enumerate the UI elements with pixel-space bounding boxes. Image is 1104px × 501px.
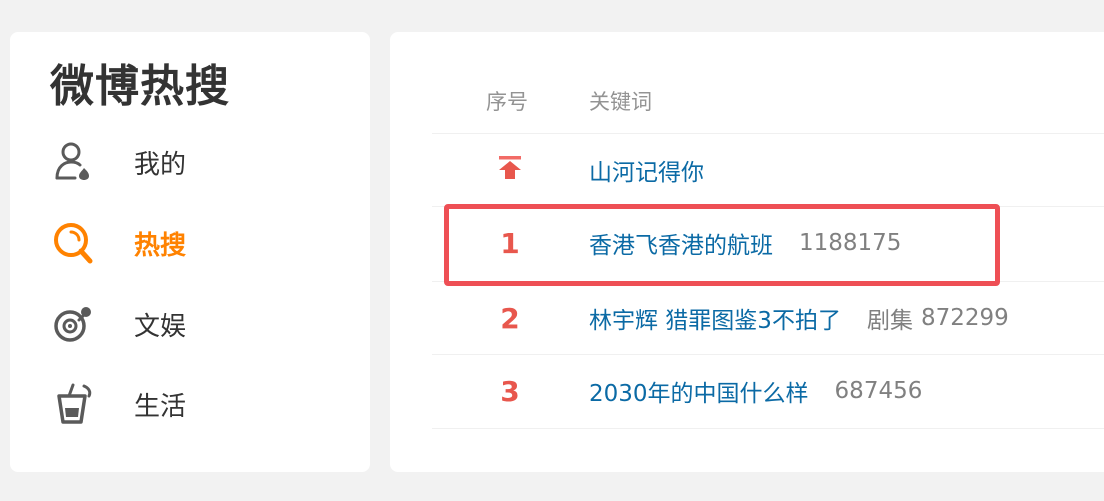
sidebar-item-label: 文娱 (134, 311, 187, 342)
sidebar-item-life[interactable]: 生活 (50, 374, 350, 434)
rank-number: 2 (500, 301, 520, 335)
keyword-cell: 2030年的中国什么样 687456 (589, 355, 922, 427)
keyword-cell: 香港飞香港的航班 1188175 (589, 207, 901, 279)
rank-column-header: 序号 (486, 90, 528, 114)
sidebar-item-mine[interactable]: 我的 (50, 132, 350, 192)
lifestyle-icon (50, 381, 96, 427)
heat-count: 1188175 (799, 230, 902, 256)
sidebar-item-entertainment[interactable]: 文娱 (50, 294, 350, 354)
rank-cell (472, 134, 548, 206)
table-row[interactable]: 3 2030年的中国什么样 687456 (432, 354, 1104, 427)
sidebar: 微博热搜 我的 热搜 文娱 生活 (10, 32, 370, 472)
sidebar-item-label: 热搜 (134, 230, 187, 261)
sidebar-item-hot-search[interactable]: 热搜 (50, 213, 350, 273)
sidebar-title: 微博热搜 (50, 61, 230, 112)
search-icon (50, 220, 96, 266)
sidebar-item-label: 我的 (134, 149, 187, 180)
keyword-link[interactable]: 山河记得你 (589, 153, 704, 187)
entertainment-icon (50, 301, 96, 347)
pin-top-icon (496, 153, 524, 188)
table-row[interactable]: 2 林宇辉 猎罪图鉴3不拍了 剧集 872299 (432, 281, 1104, 354)
category-tag: 剧集 (866, 308, 913, 334)
keyword-cell: 山河记得你 (589, 134, 704, 206)
rank-number: 1 (500, 226, 520, 260)
user-icon (50, 139, 96, 185)
rank-number: 3 (500, 374, 520, 408)
hot-search-panel: 序号 关键词 山河记得你 1 香港飞香港的航班 1188175 2 林宇辉 猎罪… (390, 32, 1104, 472)
keyword-link[interactable]: 香港飞香港的航班 (589, 226, 773, 260)
keyword-link[interactable]: 林宇辉 猎罪图鉴3不拍了 (589, 301, 841, 335)
sidebar-item-label: 生活 (134, 391, 187, 422)
table-row[interactable]: 1 香港飞香港的航班 1188175 (432, 206, 1104, 279)
heat-count: 687456 (834, 378, 923, 404)
heat-count: 872299 (920, 305, 1009, 331)
keyword-link[interactable]: 2030年的中国什么样 (589, 374, 809, 408)
table-row-divider (432, 428, 1104, 501)
keyword-cell: 林宇辉 猎罪图鉴3不拍了 剧集 872299 (589, 282, 1009, 354)
table-row-pinned[interactable]: 山河记得你 (432, 133, 1104, 206)
keyword-column-header: 关键词 (589, 90, 652, 114)
